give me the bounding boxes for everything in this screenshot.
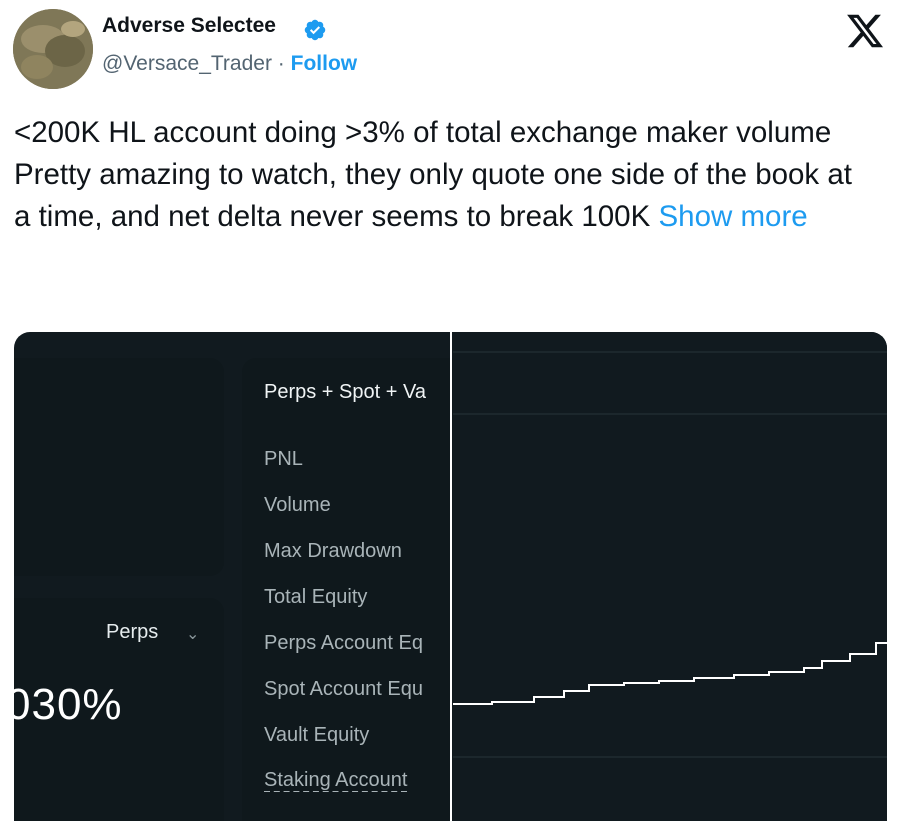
author-name[interactable]: Adverse Selectee: [102, 14, 276, 38]
author-handle[interactable]: @Versace_Trader: [102, 52, 272, 75]
author-handle-row: @Versace_Trader · Follow: [102, 52, 357, 76]
show-more-link[interactable]: Show more: [658, 200, 807, 233]
author-avatar[interactable]: [13, 9, 93, 89]
equity-chart: [450, 332, 887, 821]
x-logo-icon[interactable]: [844, 11, 886, 51]
tweet-text: <200K HL account doing >3% of total exch…: [14, 112, 874, 238]
equity-line: [453, 642, 887, 705]
separator-dot: ·: [277, 52, 285, 75]
follow-button[interactable]: Follow: [291, 52, 358, 75]
verified-badge-icon: [304, 19, 326, 41]
tweet-media-image[interactable]: Perps ⌄ 030% Perps + Spot + Va PNL Volum…: [14, 332, 887, 821]
